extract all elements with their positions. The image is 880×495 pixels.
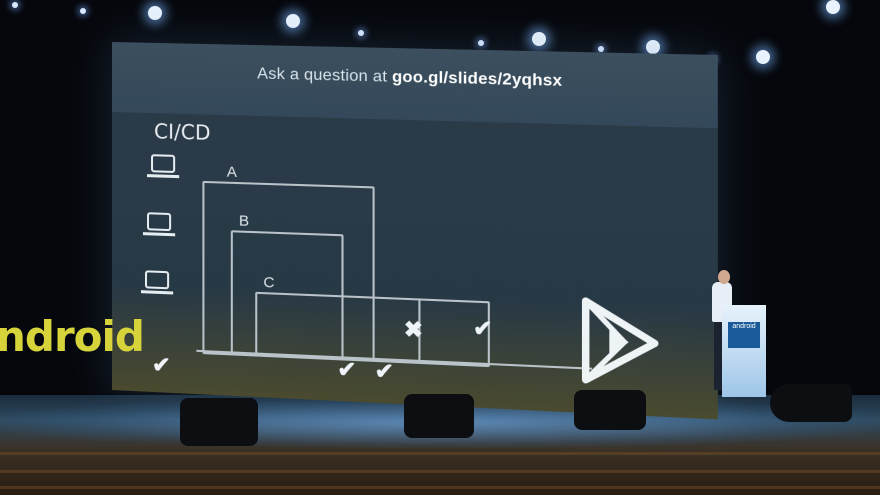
- laptop-icon: [142, 211, 176, 240]
- slide-title: CI/CD: [154, 119, 210, 145]
- stage-monitor: [770, 384, 852, 422]
- stage-stripe: [0, 486, 880, 489]
- stage-light: [826, 0, 840, 14]
- header-prefix: Ask a question at: [257, 65, 392, 85]
- stage-light: [12, 2, 18, 8]
- checkmark-icon: ✔: [337, 356, 356, 383]
- stage-stripe: [0, 452, 880, 455]
- stage-light: [646, 40, 660, 54]
- checkmark-icon: ✔: [152, 352, 171, 379]
- stage-light: [286, 14, 300, 28]
- podium-sign: android: [728, 322, 760, 348]
- stage-photo: Ask a question at goo.gl/slides/2yqhsx C…: [0, 0, 880, 495]
- stage-monitor: [574, 390, 646, 430]
- box-label-b: B: [239, 212, 249, 230]
- cross-icon: ✖: [404, 316, 423, 343]
- slide-header-text: Ask a question at goo.gl/slides/2yqhsx: [112, 62, 718, 95]
- speaker-head: [718, 270, 730, 284]
- slide-header: Ask a question at goo.gl/slides/2yqhsx: [112, 42, 718, 128]
- stage-light: [532, 32, 546, 46]
- play-store-icon: [581, 297, 659, 388]
- stage-light: [358, 30, 364, 36]
- box-label-a: A: [227, 164, 237, 181]
- laptop-icon: [146, 153, 180, 182]
- stage-monitor: [180, 398, 258, 446]
- stage-light: [478, 40, 484, 46]
- laptop-icon: [140, 269, 174, 298]
- header-link: goo.gl/slides/2yqhsx: [392, 68, 562, 90]
- checkmark-icon: ✔: [375, 358, 394, 385]
- checkmark-icon: ✔: [473, 315, 492, 343]
- stage-monitor: [404, 394, 474, 438]
- stage-light: [598, 46, 604, 52]
- podium: [722, 305, 766, 397]
- box-label-c: C: [263, 274, 274, 292]
- stage-light: [80, 8, 86, 14]
- stage-light: [148, 6, 162, 20]
- stage-light: [756, 50, 770, 64]
- stage-stripe: [0, 470, 880, 473]
- android-stage-logo: ndroid: [0, 312, 144, 361]
- projection-screen: Ask a question at goo.gl/slides/2yqhsx C…: [112, 42, 718, 419]
